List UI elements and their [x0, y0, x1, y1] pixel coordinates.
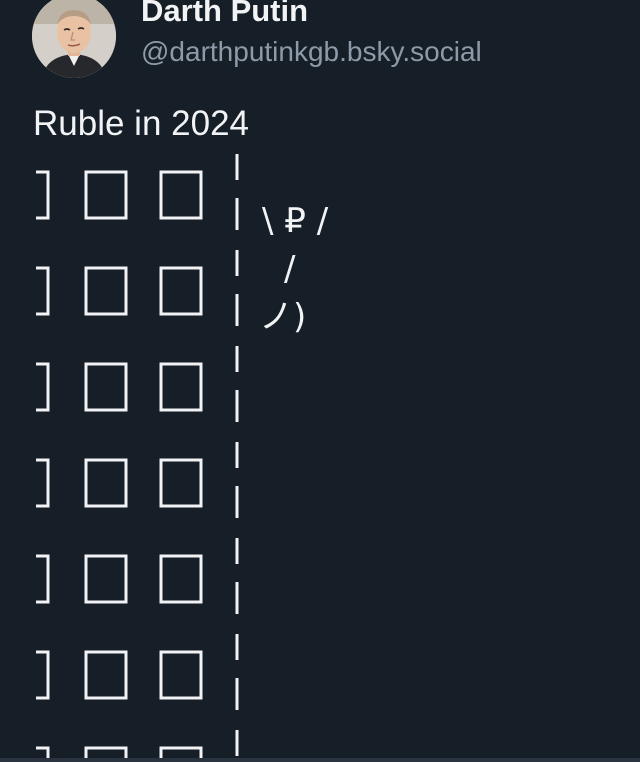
window-box-glyph — [159, 554, 203, 604]
post-view: Darth Putin @darthputinkgb.bsky.social R… — [0, 0, 640, 762]
window-box-glyph — [159, 458, 203, 508]
figure-line-arms: \ ₽ / — [262, 201, 329, 241]
bracket-glyph — [36, 554, 50, 604]
window-box-glyph — [84, 650, 128, 700]
window-box-glyph — [159, 266, 203, 316]
window-box-glyph — [84, 362, 128, 412]
bracket-glyph — [36, 362, 50, 412]
window-box-glyph — [84, 170, 128, 220]
figure-line-legs: ノ) — [259, 297, 306, 337]
profile-photo-icon — [32, 0, 116, 78]
ascii-art: \ ₽ / / ノ) — [36, 154, 329, 762]
window-box-glyph — [159, 362, 203, 412]
window-row — [36, 650, 203, 700]
figure-line-body: / — [284, 249, 296, 289]
bracket-glyph — [36, 266, 50, 316]
window-box-glyph — [84, 266, 128, 316]
window-box-glyph — [84, 458, 128, 508]
window-box-glyph — [159, 650, 203, 700]
bracket-glyph — [36, 170, 50, 220]
post-text: Ruble in 2024 — [33, 104, 249, 143]
avatar[interactable] — [32, 0, 116, 78]
bracket-glyph — [36, 458, 50, 508]
author-handle[interactable]: @darthputinkgb.bsky.social — [141, 36, 482, 68]
window-row — [36, 458, 203, 508]
bottom-divider — [0, 758, 640, 762]
window-row — [36, 170, 203, 220]
window-row — [36, 266, 203, 316]
window-box-glyph — [84, 554, 128, 604]
window-rows — [36, 170, 203, 762]
window-box-glyph — [159, 170, 203, 220]
window-row — [36, 362, 203, 412]
author-display-name[interactable]: Darth Putin — [141, 0, 308, 29]
bracket-glyph — [36, 650, 50, 700]
window-row — [36, 554, 203, 604]
